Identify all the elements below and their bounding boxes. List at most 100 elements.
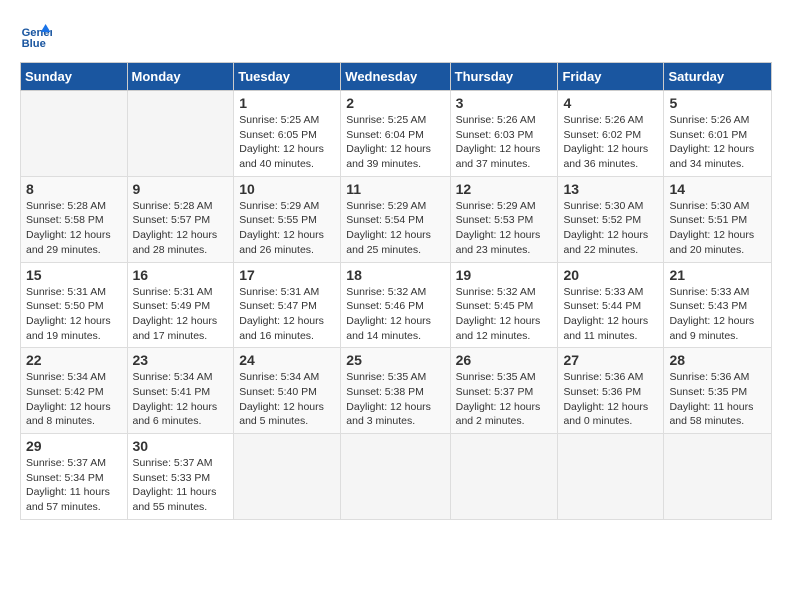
weekday-header-thursday: Thursday <box>450 63 558 91</box>
day-info: Sunrise: 5:26 AMSunset: 6:02 PMDaylight:… <box>563 113 658 172</box>
day-number: 28 <box>669 352 766 368</box>
calendar-cell <box>21 91 128 177</box>
calendar-table: SundayMondayTuesdayWednesdayThursdayFrid… <box>20 62 772 520</box>
weekday-header-saturday: Saturday <box>664 63 772 91</box>
calendar-cell: 3 Sunrise: 5:26 AMSunset: 6:03 PMDaylight… <box>450 91 558 177</box>
day-info: Sunrise: 5:28 AMSunset: 5:57 PMDaylight:… <box>133 199 229 258</box>
day-info: Sunrise: 5:25 AMSunset: 6:04 PMDaylight:… <box>346 113 444 172</box>
calendar-cell <box>664 434 772 520</box>
day-number: 15 <box>26 267 122 283</box>
svg-text:Blue: Blue <box>22 38 46 50</box>
calendar-cell: 16 Sunrise: 5:31 AMSunset: 5:49 PMDayligh… <box>127 262 234 348</box>
day-number: 30 <box>133 438 229 454</box>
day-info: Sunrise: 5:26 AMSunset: 6:01 PMDaylight:… <box>669 113 766 172</box>
day-number: 12 <box>456 181 553 197</box>
calendar-cell <box>558 434 664 520</box>
day-info: Sunrise: 5:29 AMSunset: 5:55 PMDaylight:… <box>239 199 335 258</box>
day-number: 18 <box>346 267 444 283</box>
day-info: Sunrise: 5:26 AMSunset: 6:03 PMDaylight:… <box>456 113 553 172</box>
day-number: 1 <box>239 95 335 111</box>
weekday-header-sunday: Sunday <box>21 63 128 91</box>
calendar-cell: 13 Sunrise: 5:30 AMSunset: 5:52 PMDayligh… <box>558 176 664 262</box>
day-number: 9 <box>133 181 229 197</box>
day-info: Sunrise: 5:35 AMSunset: 5:38 PMDaylight:… <box>346 370 444 429</box>
day-number: 25 <box>346 352 444 368</box>
calendar-cell: 23 Sunrise: 5:34 AMSunset: 5:41 PMDayligh… <box>127 348 234 434</box>
logo: General Blue <box>20 20 58 52</box>
day-info: Sunrise: 5:30 AMSunset: 5:52 PMDaylight:… <box>563 199 658 258</box>
calendar-cell: 9 Sunrise: 5:28 AMSunset: 5:57 PMDaylight… <box>127 176 234 262</box>
calendar-cell: 8 Sunrise: 5:28 AMSunset: 5:58 PMDaylight… <box>21 176 128 262</box>
day-number: 29 <box>26 438 122 454</box>
day-number: 27 <box>563 352 658 368</box>
day-info: Sunrise: 5:29 AMSunset: 5:53 PMDaylight:… <box>456 199 553 258</box>
day-number: 23 <box>133 352 229 368</box>
day-number: 4 <box>563 95 658 111</box>
calendar-cell <box>234 434 341 520</box>
calendar-cell: 27 Sunrise: 5:36 AMSunset: 5:36 PMDayligh… <box>558 348 664 434</box>
calendar-cell: 12 Sunrise: 5:29 AMSunset: 5:53 PMDayligh… <box>450 176 558 262</box>
day-number: 24 <box>239 352 335 368</box>
day-number: 8 <box>26 181 122 197</box>
calendar-cell: 20 Sunrise: 5:33 AMSunset: 5:44 PMDayligh… <box>558 262 664 348</box>
day-info: Sunrise: 5:37 AMSunset: 5:33 PMDaylight:… <box>133 456 229 515</box>
day-number: 14 <box>669 181 766 197</box>
calendar-cell: 24 Sunrise: 5:34 AMSunset: 5:40 PMDayligh… <box>234 348 341 434</box>
calendar-cell: 5 Sunrise: 5:26 AMSunset: 6:01 PMDaylight… <box>664 91 772 177</box>
calendar-cell: 21 Sunrise: 5:33 AMSunset: 5:43 PMDayligh… <box>664 262 772 348</box>
day-info: Sunrise: 5:31 AMSunset: 5:49 PMDaylight:… <box>133 285 229 344</box>
day-number: 20 <box>563 267 658 283</box>
day-info: Sunrise: 5:34 AMSunset: 5:42 PMDaylight:… <box>26 370 122 429</box>
calendar-cell: 26 Sunrise: 5:35 AMSunset: 5:37 PMDayligh… <box>450 348 558 434</box>
day-number: 3 <box>456 95 553 111</box>
calendar-cell: 30 Sunrise: 5:37 AMSunset: 5:33 PMDayligh… <box>127 434 234 520</box>
calendar-cell: 22 Sunrise: 5:34 AMSunset: 5:42 PMDayligh… <box>21 348 128 434</box>
calendar-cell <box>341 434 450 520</box>
day-info: Sunrise: 5:29 AMSunset: 5:54 PMDaylight:… <box>346 199 444 258</box>
day-number: 11 <box>346 181 444 197</box>
calendar-cell: 29 Sunrise: 5:37 AMSunset: 5:34 PMDayligh… <box>21 434 128 520</box>
day-number: 19 <box>456 267 553 283</box>
calendar-cell: 1 Sunrise: 5:25 AMSunset: 6:05 PMDaylight… <box>234 91 341 177</box>
day-number: 2 <box>346 95 444 111</box>
day-info: Sunrise: 5:32 AMSunset: 5:46 PMDaylight:… <box>346 285 444 344</box>
day-number: 16 <box>133 267 229 283</box>
calendar-cell: 14 Sunrise: 5:30 AMSunset: 5:51 PMDayligh… <box>664 176 772 262</box>
logo-icon: General Blue <box>20 20 52 52</box>
day-info: Sunrise: 5:31 AMSunset: 5:47 PMDaylight:… <box>239 285 335 344</box>
day-info: Sunrise: 5:34 AMSunset: 5:40 PMDaylight:… <box>239 370 335 429</box>
day-info: Sunrise: 5:32 AMSunset: 5:45 PMDaylight:… <box>456 285 553 344</box>
day-info: Sunrise: 5:25 AMSunset: 6:05 PMDaylight:… <box>239 113 335 172</box>
calendar-cell: 18 Sunrise: 5:32 AMSunset: 5:46 PMDayligh… <box>341 262 450 348</box>
day-number: 22 <box>26 352 122 368</box>
day-info: Sunrise: 5:37 AMSunset: 5:34 PMDaylight:… <box>26 456 122 515</box>
day-info: Sunrise: 5:36 AMSunset: 5:36 PMDaylight:… <box>563 370 658 429</box>
calendar-cell <box>127 91 234 177</box>
day-info: Sunrise: 5:35 AMSunset: 5:37 PMDaylight:… <box>456 370 553 429</box>
day-number: 17 <box>239 267 335 283</box>
calendar-cell: 2 Sunrise: 5:25 AMSunset: 6:04 PMDaylight… <box>341 91 450 177</box>
calendar-cell: 4 Sunrise: 5:26 AMSunset: 6:02 PMDaylight… <box>558 91 664 177</box>
weekday-header-tuesday: Tuesday <box>234 63 341 91</box>
day-info: Sunrise: 5:28 AMSunset: 5:58 PMDaylight:… <box>26 199 122 258</box>
day-info: Sunrise: 5:34 AMSunset: 5:41 PMDaylight:… <box>133 370 229 429</box>
day-number: 5 <box>669 95 766 111</box>
day-info: Sunrise: 5:33 AMSunset: 5:43 PMDaylight:… <box>669 285 766 344</box>
day-number: 21 <box>669 267 766 283</box>
weekday-header-wednesday: Wednesday <box>341 63 450 91</box>
day-info: Sunrise: 5:30 AMSunset: 5:51 PMDaylight:… <box>669 199 766 258</box>
calendar-cell: 17 Sunrise: 5:31 AMSunset: 5:47 PMDayligh… <box>234 262 341 348</box>
day-number: 13 <box>563 181 658 197</box>
calendar-cell: 25 Sunrise: 5:35 AMSunset: 5:38 PMDayligh… <box>341 348 450 434</box>
calendar-cell <box>450 434 558 520</box>
weekday-header-monday: Monday <box>127 63 234 91</box>
day-info: Sunrise: 5:33 AMSunset: 5:44 PMDaylight:… <box>563 285 658 344</box>
calendar-cell: 19 Sunrise: 5:32 AMSunset: 5:45 PMDayligh… <box>450 262 558 348</box>
calendar-cell: 11 Sunrise: 5:29 AMSunset: 5:54 PMDayligh… <box>341 176 450 262</box>
day-info: Sunrise: 5:31 AMSunset: 5:50 PMDaylight:… <box>26 285 122 344</box>
calendar-cell: 10 Sunrise: 5:29 AMSunset: 5:55 PMDayligh… <box>234 176 341 262</box>
day-number: 10 <box>239 181 335 197</box>
calendar-cell: 15 Sunrise: 5:31 AMSunset: 5:50 PMDayligh… <box>21 262 128 348</box>
day-number: 26 <box>456 352 553 368</box>
page-header: General Blue <box>20 20 772 52</box>
